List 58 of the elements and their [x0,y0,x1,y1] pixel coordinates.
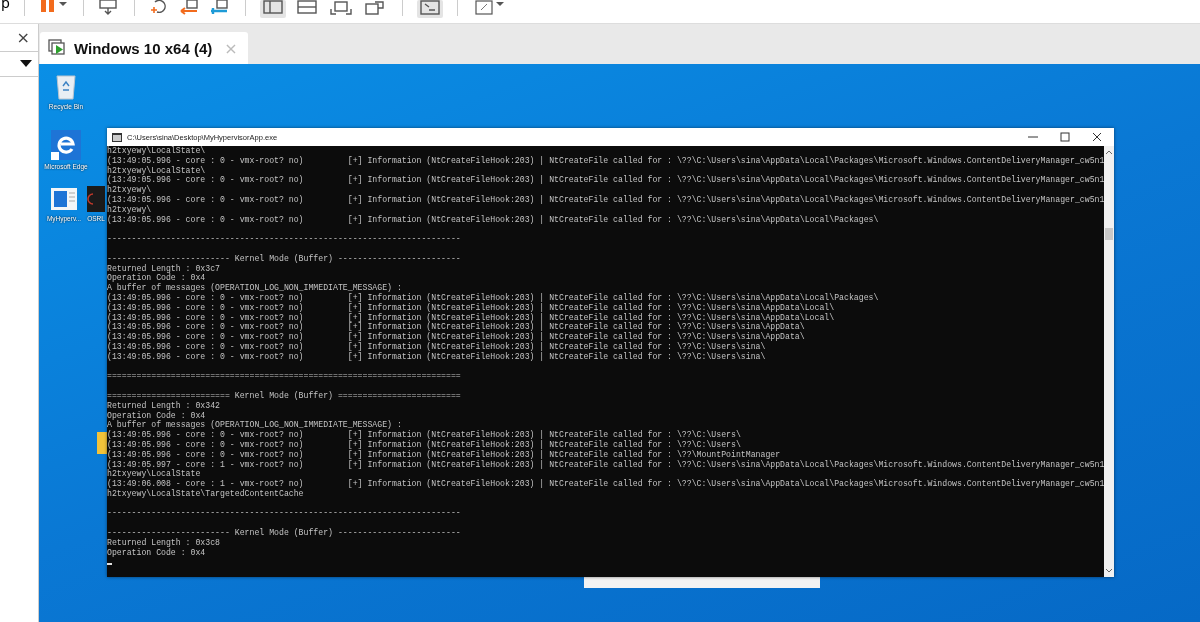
scroll-down-icon[interactable] [1104,567,1114,575]
console-line: Returned Length : 0x3c8 [107,537,221,548]
console-line: (13:49:05.996 - core : 0 - vmx-root? no) [+] Information (NtCreateFileHook:203) | NtCreateFile called for : \??\C:\Users\ [107,430,742,440]
console-line: Returned Length : 0x3c7 [107,263,221,274]
caret-icon [20,60,32,68]
console-line: ------------------------- Kernel Mode (Buffer) ------------------------- [107,528,462,538]
console-line: ------------------------- Kernel Mode (Buffer) ------------------------- [107,253,462,264]
console-line: ------------------------------------------------------------------------ [107,508,462,519]
console-line: (13:49:05.996 - core : 0 - vmx-root? no) [+] Information (NtCreateFileHook:203) | NtCreateFile called for : \??\C:\Users\sina\AppData\Local\Packages\Microsoft.Windows.ContentDeliveryManager_cw5n1 [107,195,1104,205]
console-line: (13:49:05.996 - core : 0 - vmx-root? no) [+] Information (NtCreateFileHook:203) | NtCreateFile called for : \??\MountPointManager [107,449,782,460]
console-line: h2txyewy\LocalState\ [107,146,207,156]
console-line: h2txyewy\ [107,204,153,215]
close-button[interactable]: × [16,28,30,47]
console-line: h2txyewy\LocalState\ [107,165,207,176]
console-line: (13:49:06.008 - core : 1 - vmx-root? no) [+] Information (NtCreateFileHook:203) | NtCreateFile called for : \??\C:\Users\sina\AppData\Local\Packages\Microsoft.Windows.ContentDeliveryManager_cw5n1 [107,479,1104,489]
console-line: Operation Code : 0x4 [107,547,207,558]
close-button[interactable]: × [224,38,238,58]
text-cursor [107,563,112,566]
console-line: (13:49:05.996 - core : 0 - vmx-root? no) [+] Information (NtCreateFileHook:203) | NtCreateFile called for : \??\C:\Users\sina\AppData\Local\Packages\ [107,214,880,225]
console-line: (13:49:05.996 - core : 0 - vmx-root? no) [+] Information (NtCreateFileHook:203) | NtCreateFile called for : \??\C:\Users\sina\ [107,351,767,362]
vm-tab[interactable]: Windows 10 x64 (4) × [40,32,248,64]
console-line: (13:49:05.996 - core : 0 - vmx-root? no) [+] Information (NtCreateFileHook:203) | NtCreateFile called for : \??\C:\Users\sina\AppData\ [107,322,805,332]
app-icon [87,186,105,212]
vm-icon [48,39,68,57]
console-line: Returned Length : 0x342 [107,400,221,411]
console-icon[interactable] [416,0,443,18]
edge-icon [51,130,81,160]
layout-icon[interactable] [259,0,286,18]
console-line: ======================================================================== [107,371,462,382]
recycle-bin-icon [53,72,79,100]
console-line: h2txyewy\ [107,185,152,195]
scroll-up-icon[interactable] [1104,148,1114,156]
revert-icon[interactable] [178,0,201,16]
console-line: Operation Code : 0x4 [107,273,207,283]
scrollbar[interactable] [1104,146,1114,577]
console-line: (13:49:05.997 - core : 1 - vmx-root? no) [+] Information (NtCreateFileHook:203) | NtCreateFile called for : \??\C:\Users\sina\AppData\Local\Packages\Microsoft.Windows.ContentDeliveryManager_cw5n1 [107,459,1104,470]
console-line: (13:49:05.996 - core : 0 - vmx-root? no) [+] Information (NtCreateFileHook:203) | NtCreateFile called for : \??\C:\Users\sina\AppData\Local\ [107,312,836,323]
pause-icon[interactable] [38,0,69,14]
console-line: ------------------------------------------------------------------------ [107,234,462,244]
console-line: Operation Code : 0x4 [107,410,207,421]
console-line: ========================= Kernel Mode (Buffer) ========================= [107,390,462,401]
console-line: h2txyewy\LocalState [107,469,202,479]
console-line: (13:49:05.996 - core : 0 - vmx-root? no) [+] Information (NtCreateFileHook:203) | NtCreateFile called for : \??\C:\Users\sina\ [107,341,767,352]
app-window-icon [49,186,79,212]
console-line: A buffer of messages (OPERATION_LOG_NON_IMMEDIATE_MESSAGE) : [107,420,403,430]
console-line: (13:49:05.996 - core : 0 - vmx-root? no) [+] Information (NtCreateFileHook:203) | NtCreateFile called for : \??\C:\Users\sina\AppData\Local\Packages\ [107,292,880,303]
fullscreen-icon[interactable] [327,0,354,18]
console-line: (13:49:05.996 - core : 0 - vmx-root? no) [+] Information (NtCreateFileHook:203) | NtCreateFile called for : \??\C:\Users\ [107,439,742,450]
console-line: A buffer of messages (OPERATION_LOG_NON_IMMEDIATE_MESSAGE) : [107,283,403,293]
console-line: (13:49:05.996 - core : 0 - vmx-root? no) [+] Information (NtCreateFileHook:203) | NtCreateFile called for : \??\C:\Users\sina\AppData\Local\Packages\Microsoft.Windows.ContentDeliveryManager_cw5n1 [107,175,1104,186]
console-icon [112,132,122,142]
console-line: h2txyewy\LocalState\TargetedContentCache [107,488,305,499]
menu-text[interactable]: p [0,0,10,10]
console-line: (13:49:05.996 - core : 0 - vmx-root? no) [+] Information (NtCreateFileHook:203) | NtCreateFile called for : \??\C:\Users\sina\AppData\ [107,332,806,342]
console-line: (13:49:05.996 - core : 0 - vmx-root? no) [+] Information (NtCreateFileHook:203) | NtCreateFile called for : \??\C:\Users\sina\AppData\Local\ [107,302,836,313]
console-line: (13:49:05.996 - core : 0 - vmx-root? no) [+] Information (NtCreateFileHook:203) | NtCreateFile called for : \??\C:\Users\sina\AppData\Local\Packages\Microsoft.Windows.ContentDeliveryManager_cw5n1 [107,155,1104,166]
scroll-thumb[interactable] [1105,228,1113,240]
monitor-icon[interactable] [97,0,120,16]
